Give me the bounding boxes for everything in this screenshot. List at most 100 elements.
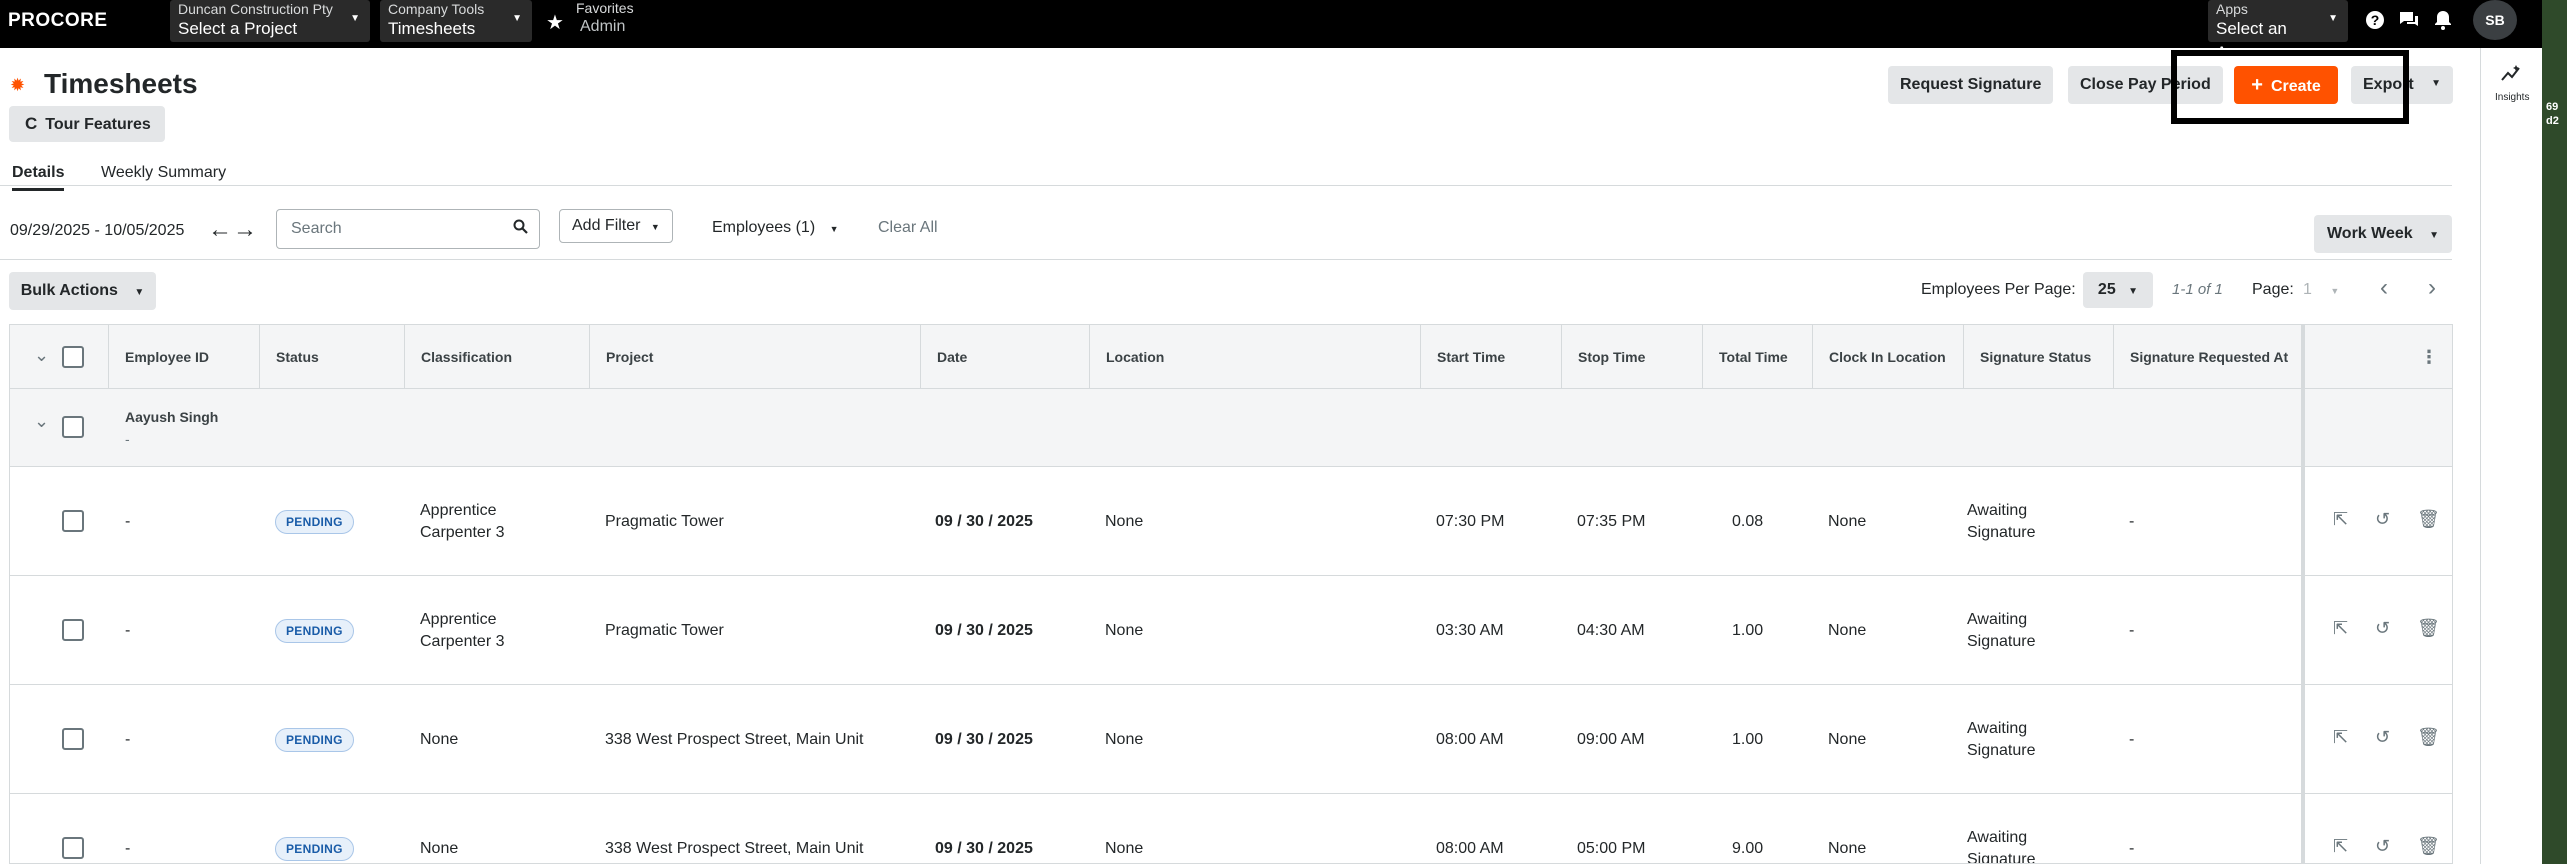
- procore-logo[interactable]: PROCORE: [8, 10, 108, 32]
- caret-down-icon: ▼: [134, 287, 145, 298]
- table-row[interactable]: - PENDING None 338 West Prospect Street,…: [10, 794, 2452, 863]
- bell-icon[interactable]: [2434, 10, 2452, 35]
- help-icon[interactable]: ?: [2365, 10, 2385, 35]
- request-signature-button[interactable]: Request Signature: [1888, 66, 2054, 104]
- col-signature-requested-at[interactable]: Signature Requested At: [2113, 325, 2301, 389]
- col-employee-id[interactable]: Employee ID: [108, 325, 259, 389]
- edge-text-2: d2: [2546, 115, 2559, 127]
- cell-project: Pragmatic Tower: [605, 512, 724, 530]
- tour-features-button[interactable]: C Tour Features: [9, 106, 165, 142]
- page-select[interactable]: 1 ▼: [2303, 281, 2339, 299]
- search-icon[interactable]: [513, 219, 528, 239]
- avatar[interactable]: SB: [2473, 0, 2517, 40]
- background-window-edge: 69 d2: [2542, 0, 2567, 864]
- col-status[interactable]: Status: [259, 325, 404, 389]
- apps-selector[interactable]: Apps Select an App ▼: [2208, 0, 2348, 62]
- cell-date: 09 / 30 / 2025: [935, 839, 1033, 857]
- timesheets-page: ✹ Timesheets C Tour Features Request Sign…: [0, 48, 2480, 864]
- history-icon[interactable]: ↺: [2375, 618, 2390, 639]
- project-selector[interactable]: Duncan Construction Pty Select a Project…: [170, 0, 370, 42]
- add-filter-button[interactable]: Add Filter ▼: [559, 209, 673, 243]
- cell-date: 09 / 30 / 2025: [935, 512, 1033, 530]
- next-page-icon[interactable]: ›: [2428, 274, 2436, 302]
- col-stop-time[interactable]: Stop Time: [1561, 325, 1702, 389]
- employees-filter-label: Employees (1): [712, 219, 816, 236]
- cell-stop-time: 09:00 AM: [1577, 730, 1645, 748]
- split-icon[interactable]: ⇱: [2333, 727, 2348, 748]
- caret-down-icon: ▼: [2330, 286, 2340, 296]
- search-input[interactable]: [276, 209, 540, 249]
- tab-details[interactable]: Details: [12, 164, 65, 191]
- employees-filter[interactable]: Employees (1) ▼: [712, 219, 839, 237]
- cell-start-time: 07:30 PM: [1436, 512, 1505, 530]
- col-date[interactable]: Date: [920, 325, 1089, 389]
- row-checkbox[interactable]: [62, 837, 84, 859]
- edge-text-1: 69: [2546, 101, 2559, 113]
- group-checkbox[interactable]: [62, 416, 84, 438]
- col-classification[interactable]: Classification: [404, 325, 589, 389]
- row-checkbox[interactable]: [62, 728, 84, 750]
- tab-bar: Details Weekly Summary: [0, 158, 2452, 191]
- cell-project: 338 West Prospect Street, Main Unit: [605, 839, 864, 857]
- tool-selector[interactable]: Company Tools Timesheets ▼: [380, 0, 532, 42]
- caret-down-icon: ▼: [650, 222, 660, 232]
- trash-icon[interactable]: 🗑: [2417, 509, 2440, 530]
- export-button[interactable]: Export ▼: [2351, 66, 2453, 104]
- arrow-left-icon[interactable]: ←: [208, 216, 232, 244]
- history-icon[interactable]: ↺: [2375, 509, 2390, 530]
- timesheets-table: ⌄ Employee ID Status Classification Proj…: [9, 324, 2453, 864]
- cell-employee-id: -: [125, 839, 131, 857]
- column-menu-icon[interactable]: ⋮: [2420, 347, 2438, 368]
- trash-icon[interactable]: 🗑: [2417, 836, 2440, 857]
- col-project[interactable]: Project: [589, 325, 920, 389]
- history-icon[interactable]: ↺: [2375, 727, 2390, 748]
- project-selector-company: Duncan Construction Pty: [178, 1, 333, 17]
- collapse-all-icon[interactable]: ⌄: [34, 345, 49, 366]
- trash-icon[interactable]: 🗑: [2417, 618, 2440, 639]
- col-signature-status[interactable]: Signature Status: [1963, 325, 2113, 389]
- split-icon[interactable]: ⇱: [2333, 836, 2348, 857]
- view-selector[interactable]: Work Week ▼: [2314, 215, 2452, 253]
- row-checkbox[interactable]: [62, 619, 84, 641]
- favorites-label: Favorites: [576, 0, 634, 16]
- table-row[interactable]: - PENDING Apprentice Carpenter 3 Pragmat…: [10, 467, 2452, 576]
- status-badge: PENDING: [275, 509, 354, 534]
- create-label: Create: [2270, 77, 2321, 95]
- col-clock-in-location[interactable]: Clock In Location: [1812, 325, 1963, 389]
- apps-label: Apps: [2216, 1, 2248, 17]
- col-start-time[interactable]: Start Time: [1420, 325, 1561, 389]
- history-icon[interactable]: ↺: [2375, 836, 2390, 857]
- bulk-actions-button[interactable]: Bulk Actions ▼: [9, 272, 156, 310]
- per-page-label: Employees Per Page:: [1921, 281, 2076, 298]
- split-icon[interactable]: ⇱: [2333, 618, 2348, 639]
- caret-down-icon: ▼: [2431, 78, 2441, 89]
- prev-page-icon[interactable]: ‹: [2380, 274, 2388, 302]
- col-location[interactable]: Location: [1089, 325, 1420, 389]
- select-all-checkbox[interactable]: [62, 346, 84, 368]
- col-total-time[interactable]: Total Time: [1702, 325, 1812, 389]
- range-info: 1-1 of 1: [2172, 281, 2223, 298]
- trash-icon[interactable]: 🗑: [2417, 727, 2440, 748]
- row-checkbox[interactable]: [62, 510, 84, 532]
- split-icon[interactable]: ⇱: [2333, 509, 2348, 530]
- tour-features-label: Tour Features: [45, 116, 151, 133]
- chat-icon[interactable]: [2398, 10, 2420, 35]
- arrow-right-icon[interactable]: →: [233, 216, 257, 244]
- cell-signature-requested-at: -: [2129, 512, 2135, 530]
- tab-weekly-summary[interactable]: Weekly Summary: [101, 164, 226, 188]
- page-label: Page:: [2252, 281, 2294, 298]
- caret-down-icon: ▼: [2328, 13, 2338, 24]
- project-selector-value: Select a Project: [178, 19, 298, 38]
- cell-employee-id: -: [125, 621, 131, 639]
- cell-classification: Apprentice Carpenter 3: [420, 501, 505, 541]
- table-row[interactable]: - PENDING None 338 West Prospect Street,…: [10, 685, 2452, 794]
- table-row[interactable]: - PENDING Apprentice Carpenter 3 Pragmat…: [10, 576, 2452, 685]
- date-range: 09/29/2025 - 10/05/2025: [10, 222, 185, 239]
- close-pay-period-button[interactable]: Close Pay Period: [2068, 66, 2223, 104]
- per-page-value: 25: [2097, 281, 2116, 298]
- per-page-select[interactable]: 25 ▼: [2083, 272, 2153, 308]
- create-button[interactable]: + Create: [2234, 66, 2338, 104]
- clear-all-link[interactable]: Clear All: [878, 219, 938, 237]
- chevron-down-icon[interactable]: ⌄: [34, 411, 49, 432]
- insights-icon[interactable]: [2501, 64, 2521, 88]
